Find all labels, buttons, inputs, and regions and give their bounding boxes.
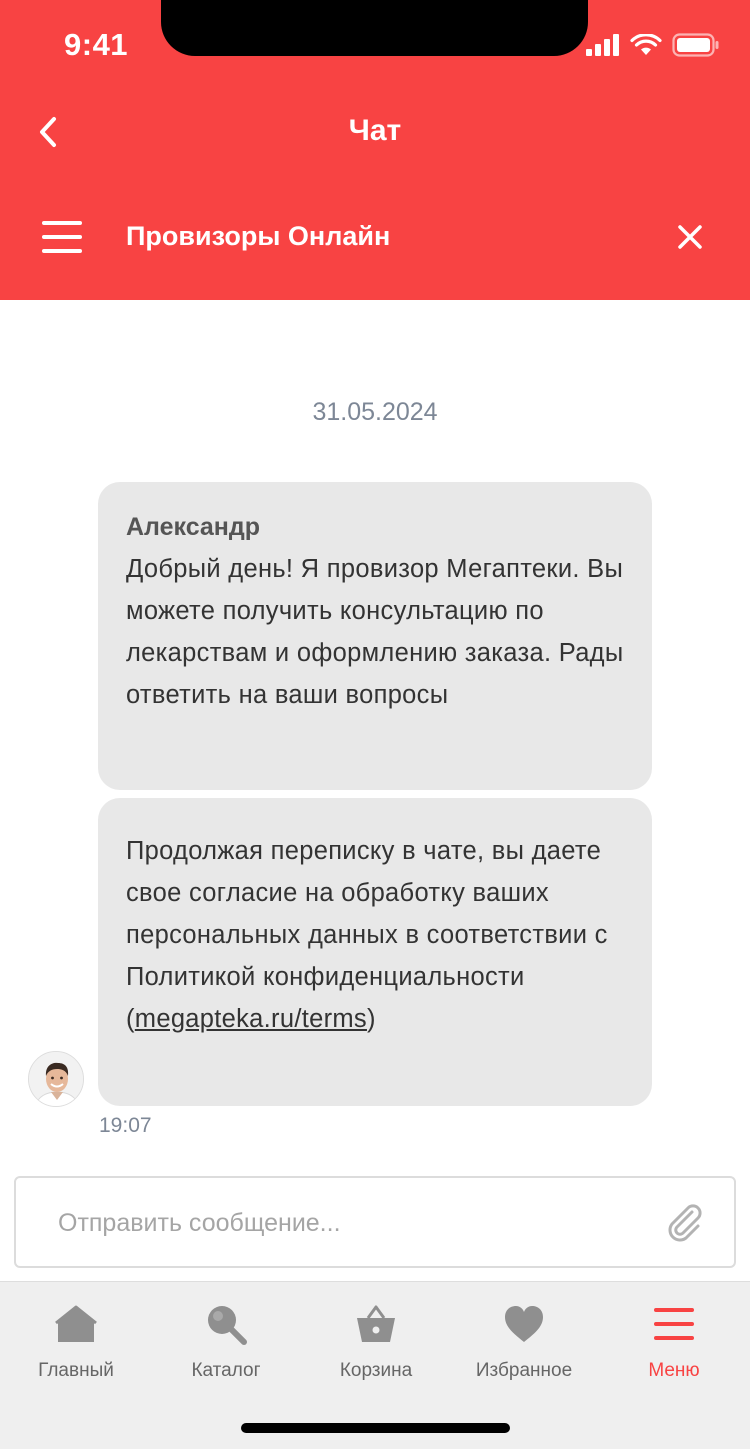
close-chat-button[interactable] [670,217,710,257]
nav-item-favorites[interactable]: Избранное [449,1302,599,1382]
nav-label-home: Главный [38,1360,114,1381]
chat-menu-button[interactable] [40,216,84,258]
chat-name: Провизоры Онлайн [126,221,391,251]
close-icon [678,225,702,249]
heart-icon [505,1306,543,1342]
nav-label-catalog: Каталог [191,1360,261,1381]
search-icon [208,1306,247,1345]
nav-label-favorites: Избранное [475,1360,573,1381]
device-notch [161,0,588,56]
hamburger-icon [42,221,82,253]
chat-date: 31.05.2024 [312,398,438,426]
status-time: 9:41 [64,27,129,62]
home-icon [55,1305,97,1342]
message-time: 19:07 [99,1114,152,1137]
message-composer [14,1176,736,1268]
message-bubble: Продолжая переписку в чате, вы даете сво… [98,798,652,1106]
wifi-icon [630,34,662,55]
avatar [28,1051,84,1107]
nav-item-cart[interactable]: Корзина [301,1302,451,1382]
nav-label-cart: Корзина [339,1360,413,1381]
app-header: 9:41 Чат Провизоры Онлайн [0,0,750,300]
nav-item-home[interactable]: Главный [1,1302,151,1382]
message-text: Добрый день! Я провизор Мегаптеки. Вы мо… [126,555,624,709]
basket-icon [357,1305,395,1342]
attach-button[interactable] [662,1200,706,1244]
operator-avatar-icon [29,1052,83,1106]
message-text-after-link: ) [366,1005,376,1033]
paperclip-icon [668,1204,702,1242]
message-text-before-link: Продолжая переписку в чате, вы даете сво… [126,837,608,1033]
page-title: Чат [348,114,402,147]
message-input[interactable] [58,1204,638,1242]
message-bubble: Александр Добрый день! Я провизор Мегапт… [98,482,652,790]
message-sender: Александр [126,513,261,541]
cellular-signal-icon [586,34,619,56]
menu-icon [654,1308,694,1340]
battery-icon [672,33,719,57]
home-indicator [241,1423,510,1433]
status-icons [586,33,720,57]
nav-label-menu: Меню [648,1360,700,1381]
message-text: Продолжая переписку в чате, вы даете сво… [126,830,624,1040]
nav-item-menu[interactable]: Меню [599,1302,749,1382]
terms-link[interactable]: megapteka.ru/terms [135,1005,367,1033]
nav-item-catalog[interactable]: Каталог [151,1302,301,1382]
